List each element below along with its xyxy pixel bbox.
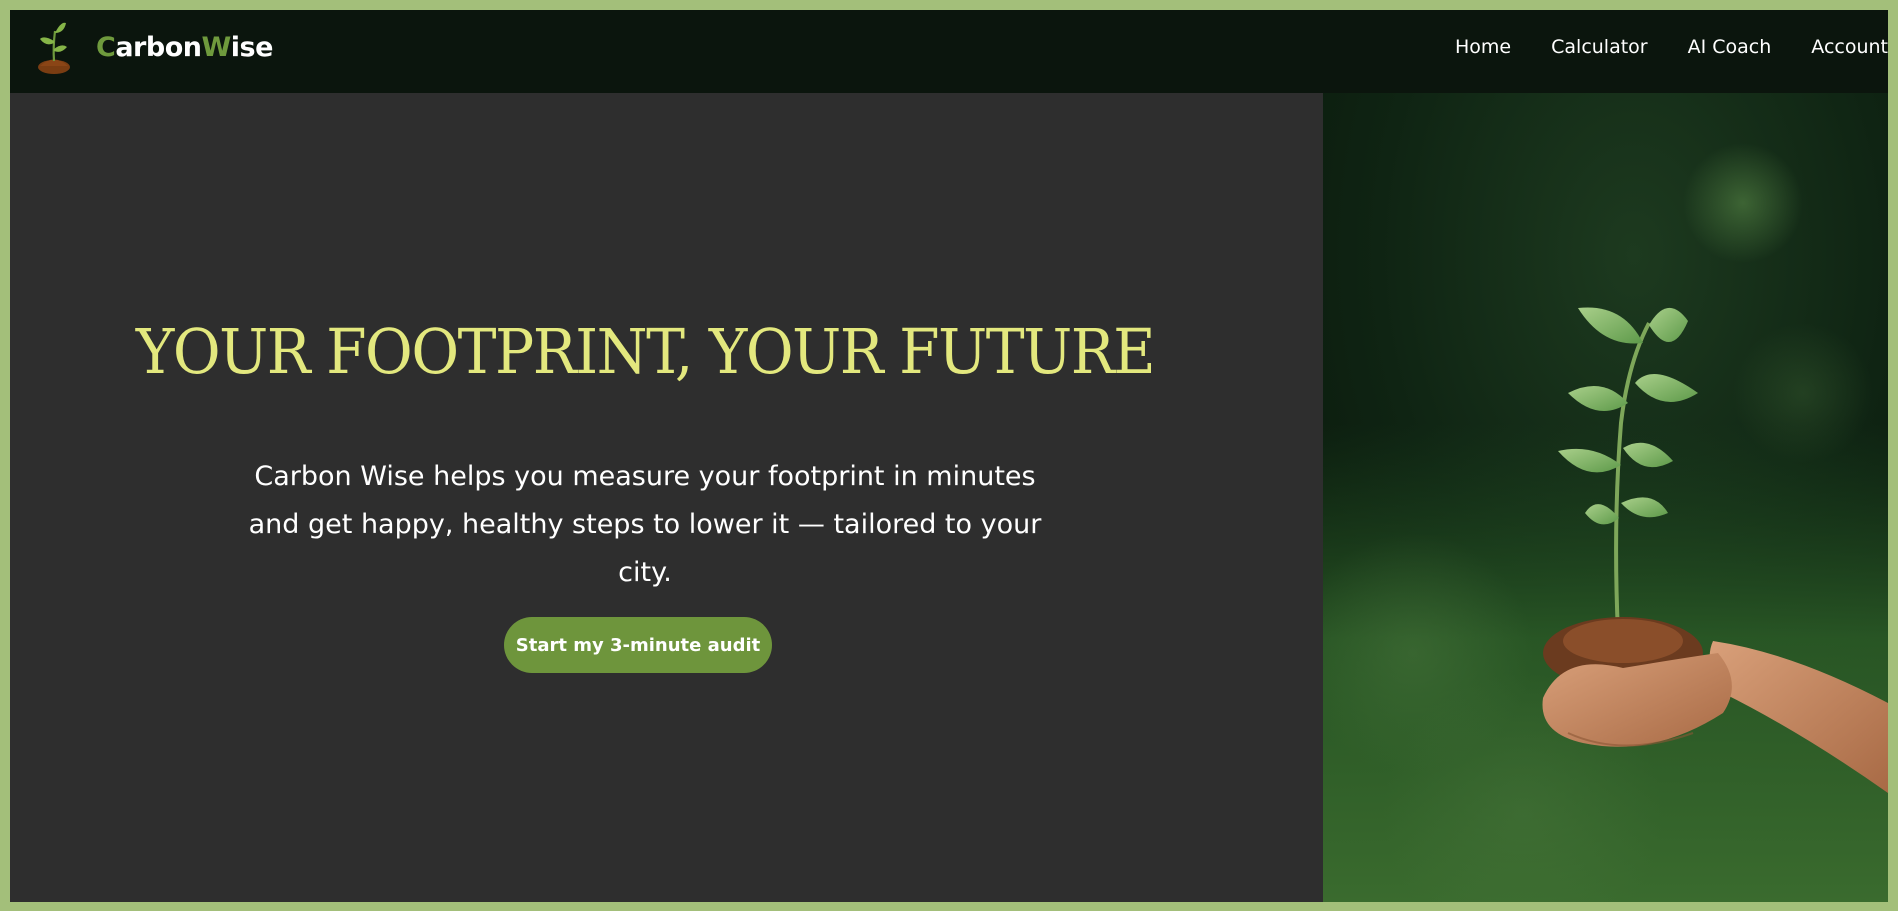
brand-name-letter-c: C (96, 31, 116, 63)
brand-name-letter-w: W (201, 31, 231, 63)
nav-calculator-link[interactable]: Calculator (1551, 36, 1647, 58)
brand-name-part2: ise (230, 31, 274, 63)
main-nav: Home Calculator AI Coach Account (1415, 36, 1888, 58)
brand-logo[interactable]: CarbonWise (34, 19, 273, 75)
hero-section: YOUR FOOTPRINT, YOUR FUTURE Carbon Wise … (10, 93, 1323, 902)
top-navbar: CarbonWise Home Calculator AI Coach Acco… (10, 10, 1888, 93)
hands-holding-sapling-image (1323, 93, 1888, 902)
nav-home-link[interactable]: Home (1455, 36, 1511, 58)
start-audit-button[interactable]: Start my 3-minute audit (504, 617, 772, 673)
brand-name: CarbonWise (96, 32, 273, 63)
sapling-illustration (1323, 93, 1888, 902)
sprout-in-soil-icon (38, 22, 70, 74)
page-frame: CarbonWise Home Calculator AI Coach Acco… (10, 10, 1888, 902)
nav-account-link[interactable]: Account (1811, 36, 1888, 58)
hero-title: YOUR FOOTPRINT, YOUR FUTURE (135, 314, 1156, 388)
brand-name-part1: arbon (115, 31, 202, 63)
hero-description: Carbon Wise helps you measure your footp… (248, 461, 1042, 588)
nav-ai-coach-link[interactable]: AI Coach (1688, 36, 1772, 58)
